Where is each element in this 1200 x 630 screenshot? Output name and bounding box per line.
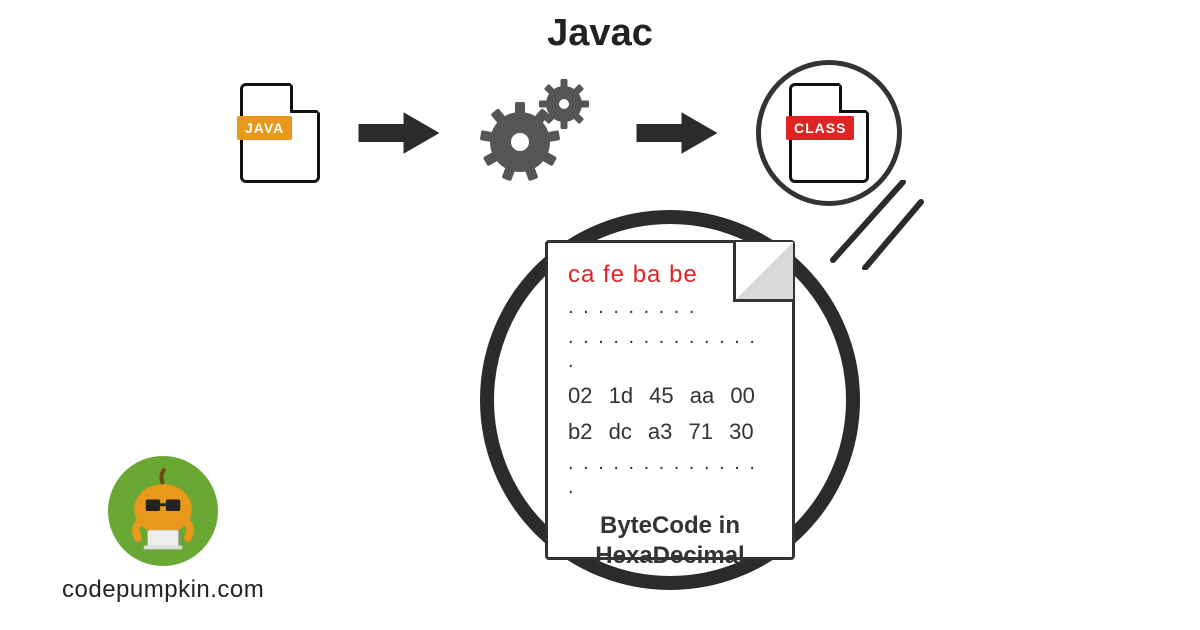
hex-row: 02 1d 45 aa 00 bbox=[568, 383, 772, 409]
hex-row: b2 dc a3 71 30 bbox=[568, 419, 772, 445]
arrow-icon bbox=[354, 110, 444, 156]
bytecode-detail-circle: ca fe ba be . . . . . . . . . . . . . . … bbox=[480, 210, 860, 590]
site-name: codepumpkin.com bbox=[62, 576, 264, 604]
java-badge: JAVA bbox=[237, 116, 292, 140]
arrow-icon bbox=[632, 110, 722, 156]
ellipsis-row: . . . . . . . . . . . . . . bbox=[568, 451, 772, 499]
class-file-icon: CLASS bbox=[789, 83, 869, 183]
branding: codepumpkin.com bbox=[62, 456, 264, 604]
bytecode-caption: ByteCode in HexaDecimal bbox=[568, 511, 772, 571]
caption-line: ByteCode in bbox=[600, 512, 740, 539]
pumpkin-logo-icon bbox=[108, 456, 218, 566]
caption-line: HexaDecimal bbox=[595, 542, 744, 569]
diagram-title: Javac bbox=[547, 12, 653, 55]
ellipsis-row: . . . . . . . . . . . . . . bbox=[568, 325, 772, 373]
paper-fold-icon bbox=[733, 242, 793, 302]
gears-icon bbox=[478, 78, 598, 188]
java-file-icon: JAVA bbox=[240, 83, 320, 183]
compilation-flow: JAVA bbox=[240, 60, 902, 206]
class-badge: CLASS bbox=[786, 116, 854, 140]
bytecode-paper: ca fe ba be . . . . . . . . . . . . . . … bbox=[545, 240, 795, 560]
callout-connector bbox=[825, 180, 925, 270]
